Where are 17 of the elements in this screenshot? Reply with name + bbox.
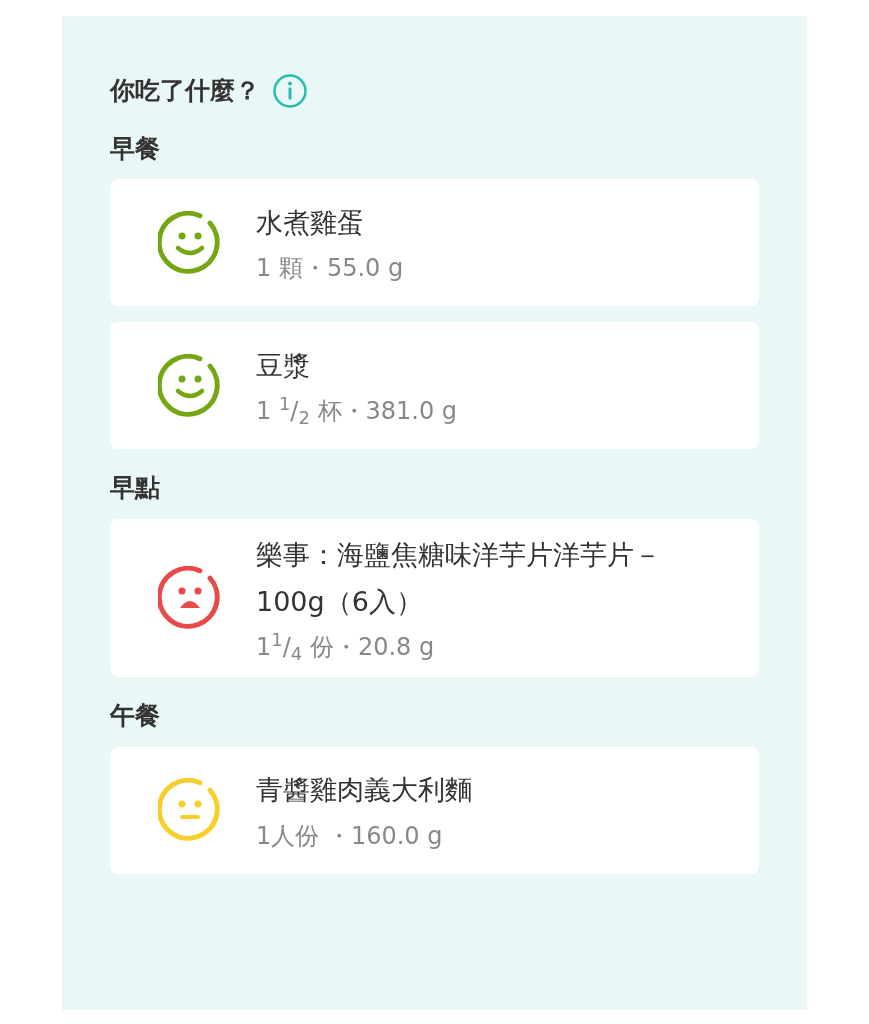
food-card[interactable]: 豆漿 1 $^{1}$/$_{2}$ 杯・381.0 g xyxy=(110,322,759,449)
food-amount: 1$^{1}$/$_{4}$ 份・20.8 g xyxy=(256,629,436,665)
page-title: 你吃了什麼？ xyxy=(110,75,260,107)
meal-heading: 午餐 xyxy=(110,700,161,732)
food-name: 樂事：海鹽焦糖味洋芋片洋芋片－100g（6入） xyxy=(256,537,662,619)
info-icon[interactable] xyxy=(272,72,308,109)
food-amount: 1 顆・55.0 g xyxy=(256,253,404,285)
food-card[interactable]: 青醬雞肉義大利麵 1人份 ・160.0 g xyxy=(110,746,759,874)
food-name: 水煮雞蛋 xyxy=(256,205,365,240)
food-amount: 1人份 ・160.0 g xyxy=(256,820,444,852)
food-name: 豆漿 xyxy=(256,348,311,383)
food-card[interactable]: 水煮雞蛋 1 顆・55.0 g xyxy=(110,179,759,306)
food-card[interactable]: 樂事：海鹽焦糖味洋芋片洋芋片－100g（6入） 1$^{1}$/$_{4}$ 份・20.8 g xyxy=(110,518,759,677)
meal-heading: 早點 xyxy=(110,472,161,504)
meal-heading: 早餐 xyxy=(110,132,161,165)
food-name: 青醬雞肉義大利麵 xyxy=(256,773,472,808)
food-amount: 1 $^{1}$/$_{2}$ 杯・381.0 g xyxy=(256,393,458,430)
